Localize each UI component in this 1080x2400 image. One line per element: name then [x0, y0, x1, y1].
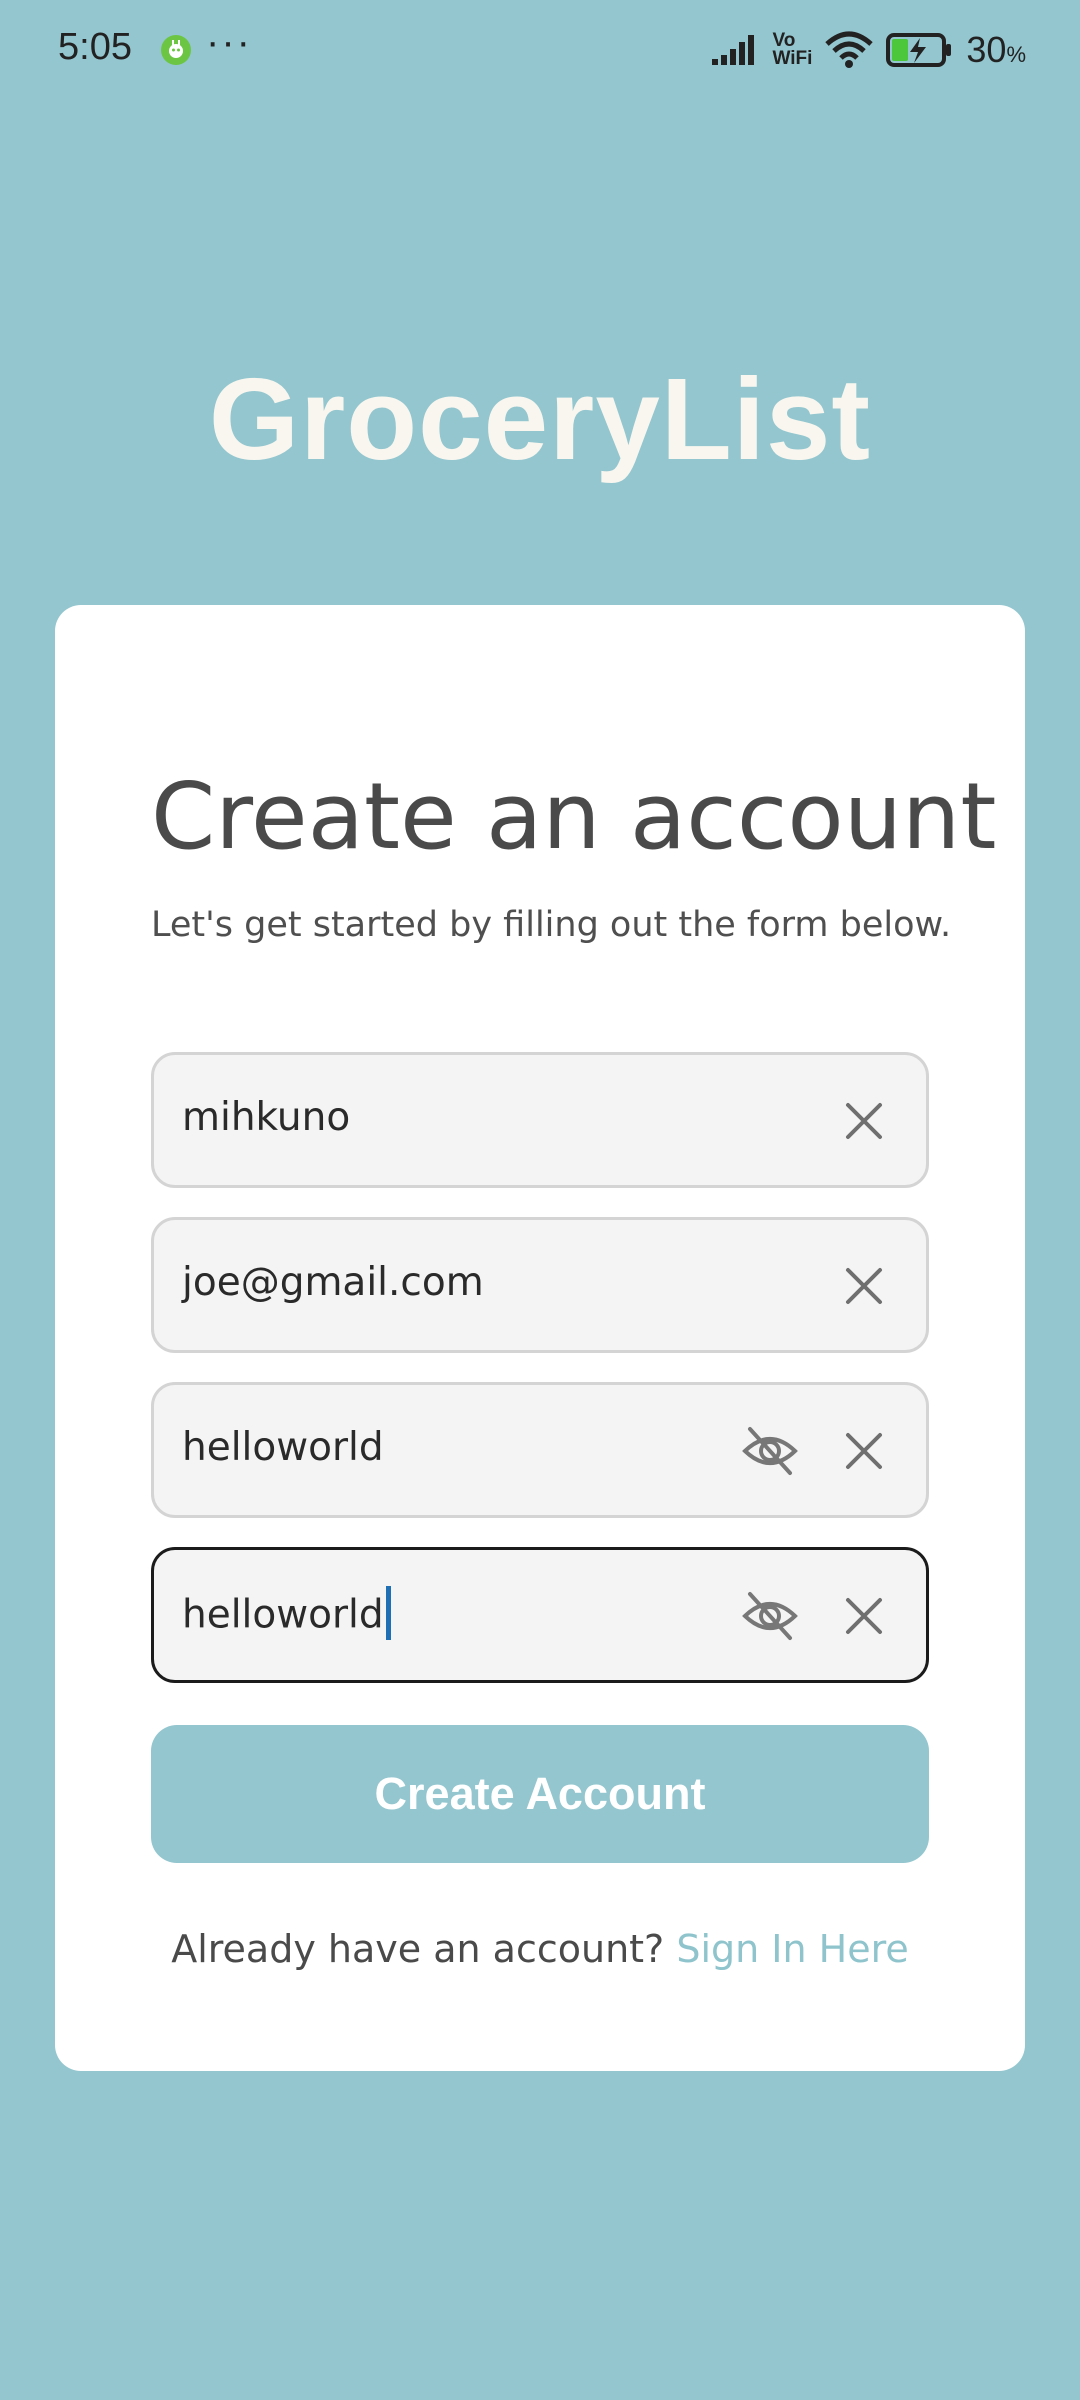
battery-charging-icon [886, 33, 952, 67]
confirm-password-value: helloworld [182, 1586, 391, 1644]
screen: 5:05 ··· Vo WiFi 30% GroceryList Create … [0, 0, 1080, 2400]
status-time: 5:05 [58, 26, 132, 68]
create-account-button[interactable]: Create Account [151, 1725, 929, 1863]
eye-off-icon[interactable] [740, 1423, 800, 1479]
sign-in-link[interactable]: Sign In Here [676, 1927, 908, 1971]
app-title: GroceryList [208, 354, 872, 484]
clear-username-icon[interactable] [838, 1095, 890, 1147]
clear-email-icon[interactable] [838, 1260, 890, 1312]
password-field[interactable]: helloworld [151, 1382, 929, 1518]
email-field[interactable]: joe@gmail.com [151, 1217, 929, 1353]
password-value: helloworld [182, 1425, 384, 1470]
email-value: joe@gmail.com [182, 1260, 484, 1305]
eye-off-icon[interactable] [740, 1588, 800, 1644]
confirm-password-field[interactable]: helloworld [151, 1547, 929, 1683]
form-subtitle: Let's get started by filling out the for… [151, 905, 952, 945]
vowifi-icon: Vo WiFi [772, 30, 813, 69]
battery-percent: 30% [966, 29, 1026, 70]
signup-card: Create an account Let's get started by f… [55, 605, 1025, 2071]
username-field[interactable]: mihkuno [151, 1052, 929, 1188]
text-cursor [385, 1586, 391, 1640]
app-notification-icon [161, 35, 191, 65]
username-value: mihkuno [182, 1095, 351, 1140]
form-title: Create an account [151, 763, 997, 870]
wifi-icon [825, 31, 874, 68]
clear-confirm-password-icon[interactable] [838, 1590, 890, 1642]
more-notifications-icon: ··· [206, 20, 252, 64]
status-indicators: Vo WiFi 30% [710, 28, 1026, 72]
status-bar: 5:05 ··· Vo WiFi 30% [0, 0, 1080, 100]
signin-prompt: Already have an account? Sign In Here [55, 1927, 1025, 1971]
signal-icon [712, 35, 755, 65]
clear-password-icon[interactable] [838, 1425, 890, 1477]
signin-prompt-text: Already have an account? [171, 1927, 665, 1971]
